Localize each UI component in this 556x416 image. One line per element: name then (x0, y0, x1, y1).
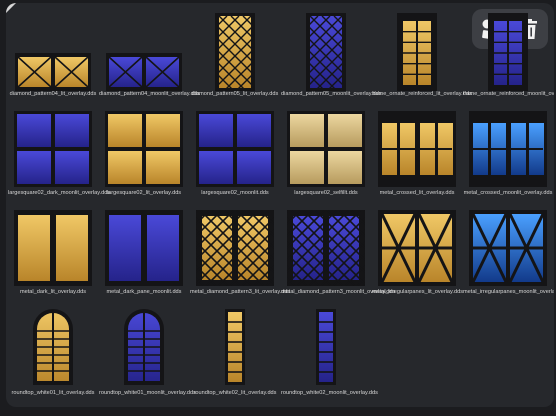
file-name-label: metal_diamond_pattern3_moonlit_overlay.d… (281, 289, 396, 295)
file-name-label: diamond_pattern05_lit_overlay.dds (191, 91, 279, 97)
file-thumbnail[interactable] (281, 305, 371, 385)
file-thumbnail[interactable] (99, 11, 189, 91)
file-thumbnail[interactable] (8, 107, 98, 187)
file-name-label: metal_crossed_lit_overlay.dds (379, 190, 455, 196)
window-texture-thumbnail (106, 53, 182, 91)
window-texture-thumbnail (488, 13, 528, 91)
window-texture-thumbnail (306, 13, 346, 91)
window-texture-thumbnail (15, 53, 91, 91)
window-texture-thumbnail (196, 210, 274, 286)
window-texture-thumbnail (14, 111, 92, 187)
window-texture-thumbnail (316, 309, 336, 385)
window-texture-thumbnail (397, 13, 437, 91)
window-texture-thumbnail (469, 210, 547, 286)
window-texture-thumbnail (124, 309, 164, 385)
window-texture-thumbnail (14, 210, 92, 286)
file-thumbnail[interactable] (190, 11, 280, 91)
window-texture-thumbnail (215, 13, 255, 91)
file-thumbnail[interactable] (372, 206, 462, 286)
file-thumbnail[interactable] (463, 11, 553, 91)
file-thumbnail[interactable] (372, 107, 462, 187)
file-thumbnail[interactable] (8, 206, 98, 286)
file-name-label: largesquare02_moonlit.dds (201, 190, 269, 196)
file-name-label: frame_ornate_reinforced_lit_overlay.dds (372, 91, 472, 97)
texture-browser-panel: diamond_pattern04_lit_overlay.dds diamon… (6, 3, 554, 407)
window-texture-thumbnail (378, 210, 456, 286)
file-thumbnail[interactable] (99, 305, 189, 385)
file-thumbnail[interactable] (372, 11, 462, 91)
window-texture-thumbnail (287, 210, 365, 286)
file-name-label: roundtop_white02_lit_overlay.dds (193, 390, 277, 396)
file-thumbnail[interactable] (463, 107, 553, 187)
window-texture-thumbnail (105, 210, 183, 286)
window-texture-thumbnail (196, 111, 274, 187)
file-thumbnail[interactable] (281, 206, 371, 286)
file-thumbnail[interactable] (281, 11, 371, 91)
file-name-label: largesquare02_dark_moonlit_overlay.dds (8, 190, 111, 196)
window-texture-thumbnail (287, 111, 365, 187)
file-name-label: diamond_pattern05_moonlit_overlay.dds (281, 91, 382, 97)
file-name-label: largesquare02_lit_overlay.dds (106, 190, 182, 196)
window-texture-thumbnail (225, 309, 245, 385)
file-name-label: metal_dark_pane_moonlit.dds (106, 289, 182, 295)
file-name-label: diamond_pattern04_moonlit_overlay.dds (99, 91, 200, 97)
file-name-label: largesquare02_selfillt.dds (294, 190, 358, 196)
file-name-label: diamond_pattern04_lit_overlay.dds (9, 91, 97, 97)
window-texture-thumbnail (105, 111, 183, 187)
file-thumbnail[interactable] (99, 107, 189, 187)
file-thumbnail[interactable] (190, 305, 280, 385)
window-texture-thumbnail (33, 309, 73, 385)
file-thumbnail[interactable] (190, 107, 280, 187)
file-name-label: frame_ornate_reinforced_moonlit_overlay.… (463, 91, 554, 97)
file-thumbnail[interactable] (190, 206, 280, 286)
file-thumbnail[interactable] (8, 11, 98, 91)
file-name-label: roundtop_white01_moonlit_overlay.dds (99, 390, 196, 396)
file-name-label: metal_crossed_moonlit_overlay.dds (463, 190, 553, 196)
file-thumbnail[interactable] (463, 206, 553, 286)
file-name-label: metal_diamond_pattern3_lit_overlay.dds (190, 289, 291, 295)
file-name-label: metal_dark_lit_overlay.dds (19, 289, 87, 295)
file-name-label: metal_irregularpanes_lit_overlay.dds (372, 289, 463, 295)
file-thumbnail[interactable] (281, 107, 371, 187)
file-name-label: roundtop_white02_moonlit_overlay.dds (281, 390, 378, 396)
file-name-label: metal_irregularpanes_moonlit_overlay.dds (463, 289, 554, 295)
file-name-label: roundtop_white01_lit_overlay.dds (11, 390, 95, 396)
file-thumbnail[interactable] (99, 206, 189, 286)
window-texture-thumbnail (469, 111, 547, 187)
file-thumbnail[interactable] (8, 305, 98, 385)
window-texture-thumbnail (378, 111, 456, 187)
